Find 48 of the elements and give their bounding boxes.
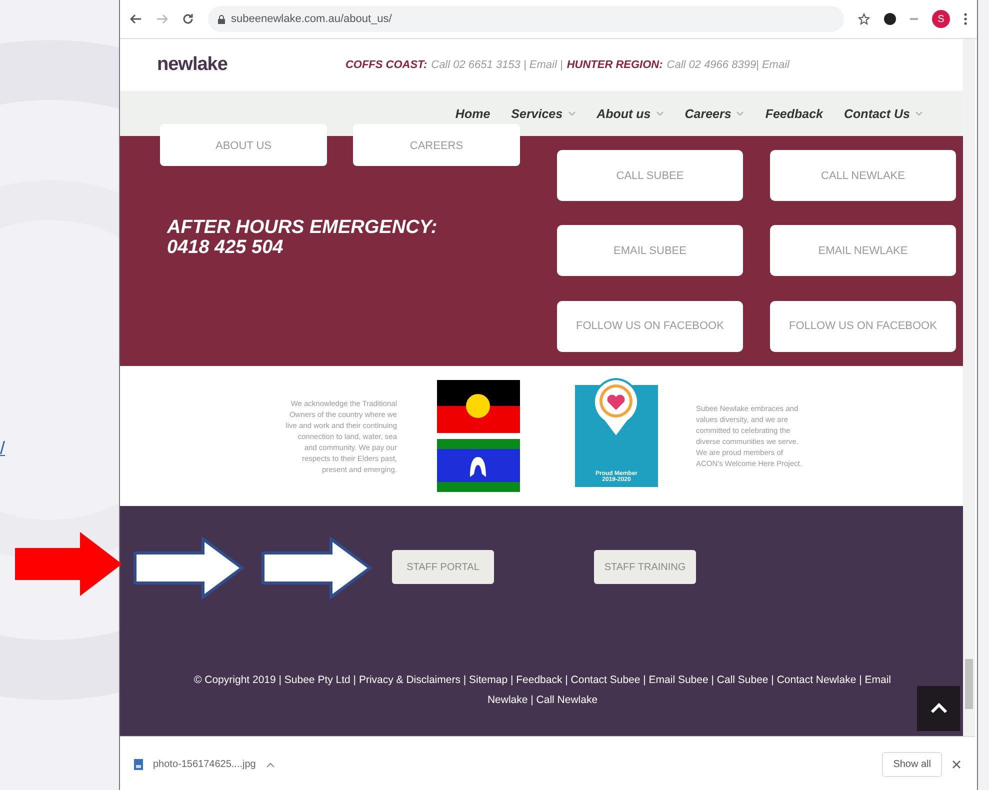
- lock-icon: [218, 14, 225, 24]
- contact-text[interactable]: Call 02 4966 8399| Email: [666, 59, 790, 71]
- contact-button[interactable]: CALL NEWLAKE: [770, 150, 956, 201]
- contact-button[interactable]: FOLLOW US ON FACEBOOK: [770, 300, 956, 352]
- caret-icon[interactable]: [266, 762, 275, 768]
- footer-text: © Copyright 2019 | Subee Pty Ltd | Privacy & Disclaimers | Sitemap | Feedback | Contact Subee | Email Subee | Call Subee | Contact Newlake | Email Newlake | Call Newlake: [192, 673, 892, 708]
- star-icon[interactable]: [858, 13, 870, 25]
- staff-button[interactable]: STAFF PORTAL: [392, 550, 494, 584]
- link-text[interactable]: /: [0, 438, 6, 459]
- contact-text[interactable]: Call 02 6651 3153 | Email |: [431, 59, 563, 71]
- contact-button[interactable]: CALL SUBEE: [557, 150, 743, 201]
- nav-link[interactable]: About us: [596, 106, 664, 120]
- caret-icon: [915, 111, 923, 116]
- staff-button[interactable]: STAFF TRAINING: [594, 550, 696, 584]
- close-icon[interactable]: [952, 760, 961, 769]
- back-icon[interactable]: [130, 14, 142, 24]
- link-button[interactable]: CAREERS: [353, 124, 520, 166]
- link-button[interactable]: ABOUT US: [160, 124, 327, 166]
- emergency-title: AFTER HOURS EMERGENCY:: [167, 218, 438, 238]
- region-label: HUNTER REGION:: [566, 59, 663, 71]
- show-all-button[interactable]: Show all: [882, 752, 942, 777]
- url-text: subeenewlake.com.au/about_us/: [231, 13, 392, 25]
- nav-link[interactable]: Feedback: [765, 106, 824, 120]
- nav-link[interactable]: Home: [455, 106, 490, 120]
- reload-icon[interactable]: [182, 13, 194, 25]
- scrollbar-thumb[interactable]: [965, 659, 973, 709]
- arrow-icon: [259, 537, 373, 599]
- arrow-icon: [15, 532, 122, 596]
- download-file[interactable]: photo-156174625....jpg: [153, 759, 256, 770]
- nav-link[interactable]: Careers: [684, 106, 744, 120]
- contact-button[interactable]: FOLLOW US ON FACEBOOK: [557, 300, 743, 352]
- profile-avatar[interactable]: S: [932, 10, 950, 28]
- chevron-up-icon: [930, 703, 948, 714]
- caret-icon: [656, 111, 664, 116]
- back-to-top-button[interactable]: [917, 686, 960, 731]
- caret-icon: [568, 111, 576, 116]
- menu-icon[interactable]: [964, 13, 967, 25]
- arrow-icon: [131, 537, 245, 599]
- emergency-phone: 0418 425 504: [167, 238, 284, 258]
- address-bar[interactable]: subeenewlake.com.au/about_us/: [208, 6, 844, 32]
- caret-icon: [736, 111, 744, 116]
- file-icon: [134, 759, 143, 770]
- contact-button[interactable]: EMAIL SUBEE: [557, 225, 743, 276]
- site-logo[interactable]: newlake: [157, 54, 228, 76]
- nav-link[interactable]: Services: [511, 106, 576, 120]
- region-label: COFFS COAST:: [345, 59, 428, 71]
- contact-button[interactable]: EMAIL NEWLAKE: [770, 225, 956, 276]
- nav-link[interactable]: Contact Us: [844, 106, 923, 120]
